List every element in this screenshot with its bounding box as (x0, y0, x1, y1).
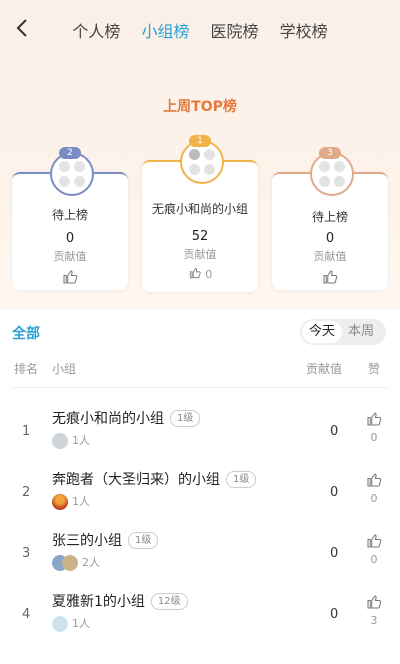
podium-value-label: 贡献值 (313, 250, 347, 263)
list-item[interactable]: 4 夏雅新1的小组 12级 1人 0 3 (0, 585, 400, 645)
podium-name: 待上榜 (51, 208, 88, 222)
tab-hospital[interactable]: 医院榜 (211, 18, 259, 42)
header-rank: 排名 (14, 362, 39, 376)
like-icon[interactable] (61, 268, 79, 286)
row-group-name: 张三的小组 1级 (52, 530, 159, 550)
like-icon[interactable] (365, 593, 383, 611)
row-value: 0 (330, 424, 339, 439)
avatar (52, 616, 68, 632)
row-members: 1人 (52, 432, 90, 449)
list-item[interactable]: 3 张三的小组 1级 2人 0 0 (0, 524, 400, 584)
rank-badge-third: 3 (319, 147, 341, 159)
row-like[interactable]: 0 (364, 532, 384, 566)
row-like-count: 3 (370, 614, 378, 627)
row-rank: 3 (22, 546, 31, 561)
row-like-count: 0 (370, 553, 378, 566)
tab-personal[interactable]: 个人榜 (72, 18, 120, 42)
row-group-name: 无痕小和尚的小组 1级 (52, 408, 201, 428)
level-badge: 12级 (150, 593, 188, 610)
toggle-today[interactable]: 今天 (302, 321, 342, 343)
podium-value: 0 (65, 231, 75, 246)
row-like-count: 0 (370, 492, 378, 505)
row-group-name: 夏雅新1的小组 12级 (52, 591, 188, 611)
row-like[interactable]: 0 (364, 471, 384, 505)
tab-bar: 个人榜 小组榜 医院榜 学校榜 (0, 18, 400, 42)
period-toggle: 今天 本周 (300, 319, 386, 345)
row-members: 2人 (52, 554, 100, 571)
row-value: 0 (330, 546, 339, 561)
row-value: 0 (330, 607, 339, 622)
list-item[interactable]: 1 无痕小和尚的小组 1级 1人 0 0 (0, 402, 400, 462)
podium-name: 待上榜 (311, 210, 348, 224)
list-item[interactable]: 2 奔跑者（大圣归来）的小组 1级 1人 0 0 (0, 463, 400, 523)
podium-like-count: 0 (205, 268, 213, 281)
like-icon[interactable] (365, 410, 383, 428)
filter-all[interactable]: 全部 (12, 323, 40, 343)
rank-badge-first: 1 (189, 135, 211, 147)
level-badge: 1级 (128, 532, 159, 549)
row-group-name: 奔跑者（大圣归来）的小组 1级 (52, 469, 257, 489)
tab-group[interactable]: 小组榜 (141, 18, 189, 42)
header-value: 贡献值 (306, 362, 343, 376)
row-like-count: 0 (370, 431, 378, 444)
row-like[interactable]: 3 (364, 593, 384, 627)
toggle-week[interactable]: 本周 (342, 319, 380, 345)
podium-title: 上周TOP榜 (163, 99, 237, 115)
header-likes: 赞 (368, 362, 381, 376)
like-icon[interactable] (321, 268, 339, 286)
podium-value: 52 (191, 229, 209, 244)
level-badge: 1级 (226, 471, 257, 488)
row-like[interactable]: 0 (364, 410, 384, 444)
row-rank: 4 (22, 607, 31, 622)
row-rank: 1 (22, 424, 31, 439)
podium-value-label: 贡献值 (183, 248, 217, 261)
podium-name: 无痕小和尚的小组 (151, 202, 248, 216)
like-icon[interactable] (188, 266, 202, 280)
header-divider (12, 387, 388, 388)
row-members: 1人 (52, 493, 90, 510)
row-value: 0 (330, 485, 339, 500)
like-icon[interactable] (365, 471, 383, 489)
rank-badge-second: 2 (59, 147, 81, 159)
tab-school[interactable]: 学校榜 (280, 18, 328, 42)
like-icon[interactable] (365, 532, 383, 550)
podium-value-label: 贡献值 (53, 250, 87, 263)
header-group: 小组 (52, 362, 77, 376)
row-members: 1人 (52, 615, 90, 632)
avatar (62, 555, 78, 571)
avatar (52, 494, 68, 510)
row-rank: 2 (22, 485, 31, 500)
avatar (52, 433, 68, 449)
podium-likes: 0 (142, 266, 258, 281)
podium-value: 0 (325, 231, 335, 246)
level-badge: 1级 (170, 410, 201, 427)
